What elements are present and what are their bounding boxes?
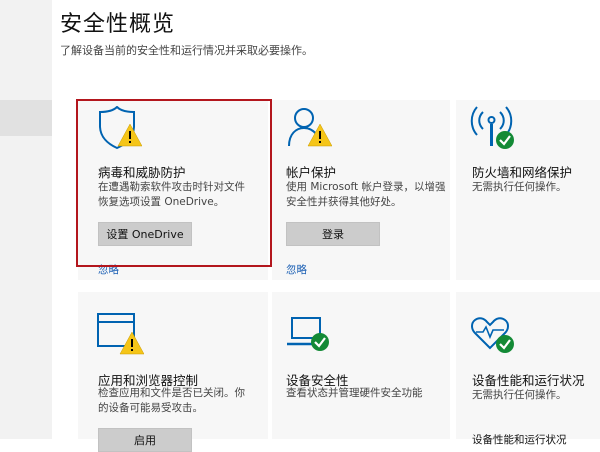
card-description-line1: 无需执行任何操作。 bbox=[472, 181, 567, 193]
card-description-line2: 恢复选项设置 OneDrive。 bbox=[98, 196, 225, 208]
card-description-line1: 使用 Microsoft 帐户登录，以增强 bbox=[286, 181, 446, 193]
dismiss-link[interactable]: 忽略 bbox=[98, 262, 119, 277]
card-description-line2: 的设备可能易受攻击。 bbox=[98, 402, 203, 414]
laptop-ok-icon bbox=[287, 317, 329, 351]
card-firewall-network-protection[interactable]: 防火墙和网络保护 无需执行任何操作。 bbox=[456, 100, 600, 280]
card-description-line1: 无需执行任何操作。 bbox=[472, 389, 567, 401]
side-nav-selected-item[interactable] bbox=[0, 100, 52, 136]
dismiss-link[interactable]: 忽略 bbox=[286, 262, 307, 277]
card-virus-threat-protection[interactable]: 病毒和威胁防护 在遭遇勒索软件攻击时针对文件 恢复选项设置 OneDrive。 … bbox=[78, 100, 268, 280]
shield-warning-icon bbox=[99, 106, 142, 150]
card-description-line1: 在遭遇勒索软件攻击时针对文件 bbox=[98, 181, 245, 193]
performance-report-link[interactable]: 设备性能和运行状况 bbox=[472, 432, 567, 447]
heart-ok-icon bbox=[471, 317, 514, 353]
card-description-line2: 安全性并获得其他好处。 bbox=[286, 196, 402, 208]
card-description-line1: 查看状态并管理硬件安全功能 bbox=[286, 387, 423, 399]
card-title: 帐户保护 bbox=[286, 165, 337, 180]
page-subtitle: 了解设备当前的安全性和运行情况并采取必要操作。 bbox=[60, 44, 313, 57]
side-navigation bbox=[0, 0, 52, 439]
card-description-line1: 检查应用和文件是否已关闭。你 bbox=[98, 387, 245, 399]
card-app-browser-control[interactable]: 应用和浏览器控制 检查应用和文件是否已关闭。你 的设备可能易受攻击。 启用 bbox=[78, 292, 268, 452]
card-title: 病毒和威胁防护 bbox=[98, 165, 186, 180]
enable-button[interactable]: 启用 bbox=[98, 428, 192, 452]
wifi-ok-icon bbox=[470, 106, 514, 149]
setup-onedrive-button[interactable]: 设置 OneDrive bbox=[98, 222, 192, 246]
card-device-performance-health[interactable]: 设备性能和运行状况 无需执行任何操作。 设备性能和运行状况 bbox=[456, 292, 600, 446]
card-device-security[interactable]: 设备安全性 查看状态并管理硬件安全功能 bbox=[272, 292, 450, 439]
card-title: 设备性能和运行状况 bbox=[472, 373, 585, 388]
page-title: 安全性概览 bbox=[60, 12, 176, 37]
browser-warning-icon bbox=[97, 313, 144, 355]
account-warning-icon bbox=[288, 108, 332, 147]
card-title: 防火墙和网络保护 bbox=[472, 165, 573, 180]
card-account-protection[interactable]: 帐户保护 使用 Microsoft 帐户登录，以增强 安全性并获得其他好处。 登… bbox=[272, 100, 450, 280]
sign-in-button[interactable]: 登录 bbox=[286, 222, 380, 246]
